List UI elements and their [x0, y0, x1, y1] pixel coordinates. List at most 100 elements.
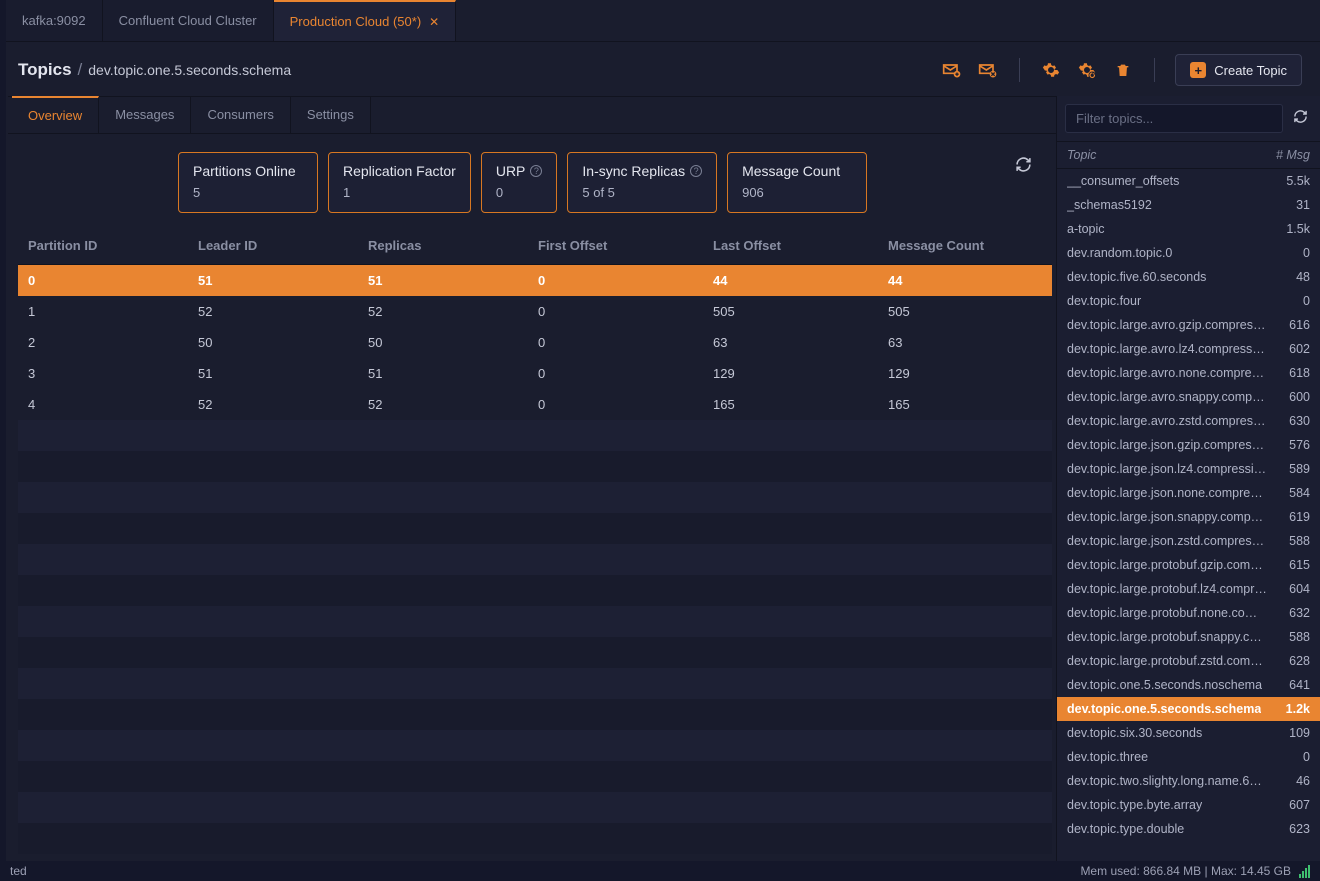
- topic-row[interactable]: dev.topic.large.protobuf.gzip.compress..…: [1057, 553, 1320, 577]
- partition-cell: 165: [888, 397, 1056, 412]
- cluster-tab[interactable]: kafka:9092: [6, 0, 103, 41]
- gear-icon[interactable]: [1040, 59, 1062, 81]
- topic-row[interactable]: dev.random.topic.00: [1057, 241, 1320, 265]
- partition-cell: 52: [368, 304, 538, 319]
- topic-name: dev.topic.large.avro.snappy.compression: [1067, 390, 1267, 404]
- topic-name: dev.topic.large.protobuf.none.compre...: [1067, 606, 1267, 620]
- topic-row[interactable]: dev.topic.large.protobuf.none.compre... 6…: [1057, 601, 1320, 625]
- topic-row[interactable]: dev.topic.large.avro.lz4.compression602: [1057, 337, 1320, 361]
- topic-msg-count: 641: [1289, 678, 1310, 692]
- gear-refresh-icon[interactable]: [1076, 59, 1098, 81]
- partition-cell: 3: [28, 366, 198, 381]
- partition-col-header[interactable]: First Offset: [538, 238, 713, 253]
- mail-add-icon[interactable]: [941, 59, 963, 81]
- refresh-topics-icon[interactable]: [1289, 107, 1312, 130]
- topic-row[interactable]: dev.topic.large.avro.zstd.compression630: [1057, 409, 1320, 433]
- topic-msg-count: 584: [1289, 486, 1310, 500]
- tab-label: Confluent Cloud Cluster: [119, 13, 257, 28]
- topic-name: dev.topic.three: [1067, 750, 1148, 764]
- partition-row[interactable]: 452520165165: [18, 389, 1052, 420]
- topic-row[interactable]: dev.topic.large.avro.snappy.compression6…: [1057, 385, 1320, 409]
- stats-row: Partitions Online5Replication Factor1URP…: [8, 134, 1056, 227]
- partition-cell: 44: [713, 273, 888, 288]
- stat-card: Partitions Online5: [178, 152, 318, 213]
- topic-msg-count: 607: [1289, 798, 1310, 812]
- sub-tab-settings[interactable]: Settings: [291, 97, 371, 133]
- topic-row[interactable]: a-topic1.5k: [1057, 217, 1320, 241]
- stat-card: Message Count906: [727, 152, 867, 213]
- help-icon[interactable]: ?: [530, 165, 542, 177]
- sub-tab-messages[interactable]: Messages: [99, 97, 191, 133]
- empty-row: [18, 575, 1052, 606]
- empty-row: [18, 482, 1052, 513]
- topic-row[interactable]: dev.topic.large.protobuf.lz4.compressi..…: [1057, 577, 1320, 601]
- topic-msg-count: 589: [1289, 462, 1310, 476]
- topic-row[interactable]: dev.topic.five.60.seconds48: [1057, 265, 1320, 289]
- partition-table: Partition IDLeader IDReplicasFirst Offse…: [8, 227, 1056, 881]
- stat-card: Replication Factor1: [328, 152, 471, 213]
- topic-row[interactable]: dev.topic.one.5.seconds.schema1.2k: [1057, 697, 1320, 721]
- topic-row[interactable]: dev.topic.large.json.lz4.compression589: [1057, 457, 1320, 481]
- partition-col-header[interactable]: Replicas: [368, 238, 538, 253]
- topic-row[interactable]: dev.topic.large.json.none.compression584: [1057, 481, 1320, 505]
- partition-cell: 0: [538, 335, 713, 350]
- empty-row: [18, 420, 1052, 451]
- signal-bars-icon: [1299, 865, 1310, 878]
- partition-row[interactable]: 2505006363: [18, 327, 1052, 358]
- topic-row[interactable]: dev.topic.large.protobuf.snappy.comp...5…: [1057, 625, 1320, 649]
- topic-name: dev.topic.large.avro.none.compression: [1067, 366, 1267, 380]
- topic-name: dev.topic.large.json.zstd.compression: [1067, 534, 1267, 548]
- sub-tab-overview[interactable]: Overview: [12, 96, 99, 133]
- topic-msg-count: 1.2k: [1286, 702, 1310, 716]
- topic-filter-row: [1057, 96, 1320, 142]
- partition-col-header[interactable]: Partition ID: [28, 238, 198, 253]
- filter-topics-input[interactable]: [1065, 104, 1283, 133]
- stat-card: URP?0: [481, 152, 558, 213]
- topic-name: a-topic: [1067, 222, 1105, 236]
- create-topic-button[interactable]: + Create Topic: [1175, 54, 1302, 86]
- partition-cell: 52: [198, 397, 368, 412]
- trash-icon[interactable]: [1112, 59, 1134, 81]
- topic-row[interactable]: dev.topic.large.protobuf.zstd.compres...…: [1057, 649, 1320, 673]
- partition-cell: 44: [888, 273, 1056, 288]
- header-divider: [1019, 58, 1020, 82]
- topic-row[interactable]: _schemas519231: [1057, 193, 1320, 217]
- partition-cell: 51: [368, 273, 538, 288]
- topic-row[interactable]: dev.topic.four0: [1057, 289, 1320, 313]
- help-icon[interactable]: ?: [690, 165, 702, 177]
- partition-col-header[interactable]: Message Count: [888, 238, 1056, 253]
- empty-row: [18, 513, 1052, 544]
- topic-msg-count: 632: [1289, 606, 1310, 620]
- topic-row[interactable]: dev.topic.large.json.snappy.compression6…: [1057, 505, 1320, 529]
- partition-row[interactable]: 152520505505: [18, 296, 1052, 327]
- topic-row[interactable]: dev.topic.one.5.seconds.noschema641: [1057, 673, 1320, 697]
- topic-list[interactable]: __consumer_offsets5.5k_schemas519231a-to…: [1057, 169, 1320, 881]
- topic-row[interactable]: dev.topic.large.json.zstd.compression588: [1057, 529, 1320, 553]
- close-icon[interactable]: ✕: [429, 15, 439, 29]
- topic-row[interactable]: dev.topic.three0: [1057, 745, 1320, 769]
- topic-row[interactable]: dev.topic.type.double623: [1057, 817, 1320, 841]
- cluster-tab[interactable]: Production Cloud (50*)✕: [274, 0, 457, 41]
- breadcrumb: Topics / dev.topic.one.5.seconds.schema: [18, 60, 291, 80]
- topic-row[interactable]: dev.topic.large.avro.none.compression618: [1057, 361, 1320, 385]
- partition-col-header[interactable]: Leader ID: [198, 238, 368, 253]
- partition-cell: 0: [538, 366, 713, 381]
- partition-row[interactable]: 351510129129: [18, 358, 1052, 389]
- breadcrumb-section[interactable]: Topics: [18, 60, 72, 80]
- partition-col-header[interactable]: Last Offset: [713, 238, 888, 253]
- mail-remove-icon[interactable]: [977, 59, 999, 81]
- topic-row[interactable]: dev.topic.large.avro.gzip.compression616: [1057, 313, 1320, 337]
- cluster-tab[interactable]: Confluent Cloud Cluster: [103, 0, 274, 41]
- topic-msg-count: 623: [1289, 822, 1310, 836]
- sub-tab-consumers[interactable]: Consumers: [191, 97, 290, 133]
- refresh-stats-icon[interactable]: [1011, 152, 1036, 182]
- body-split: OverviewMessagesConsumersSettings Partit…: [0, 96, 1320, 881]
- topic-row[interactable]: dev.topic.two.slighty.long.name.60.sec..…: [1057, 769, 1320, 793]
- topic-row[interactable]: dev.topic.type.byte.array607: [1057, 793, 1320, 817]
- topic-row[interactable]: dev.topic.six.30.seconds109: [1057, 721, 1320, 745]
- partition-row[interactable]: 0515104444: [18, 265, 1052, 296]
- main-panel: OverviewMessagesConsumersSettings Partit…: [0, 96, 1056, 881]
- topic-row[interactable]: __consumer_offsets5.5k: [1057, 169, 1320, 193]
- topic-col-name: Topic: [1067, 148, 1096, 162]
- topic-row[interactable]: dev.topic.large.json.gzip.compression576: [1057, 433, 1320, 457]
